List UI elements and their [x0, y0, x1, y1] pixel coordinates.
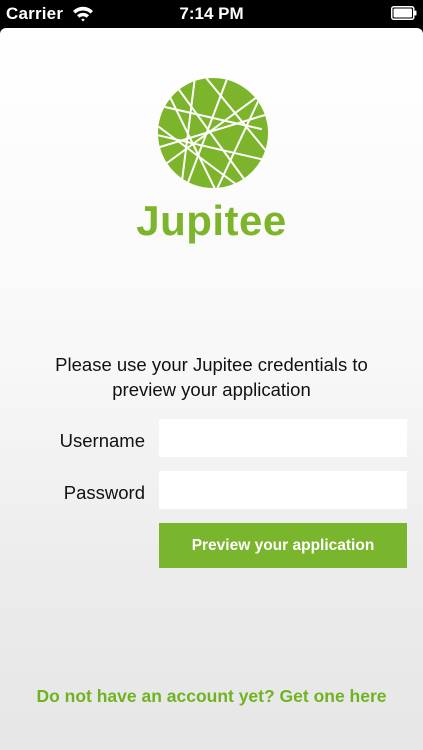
signup-link[interactable]: Do not have an account yet? Get one here — [0, 686, 423, 707]
preview-application-button[interactable]: Preview your application — [159, 523, 407, 568]
password-label: Password — [63, 482, 145, 503]
username-input[interactable] — [159, 419, 407, 457]
login-instructions: Please use your Jupitee credentials to p… — [55, 354, 368, 400]
status-bar: Carrier 7:14 PM — [0, 0, 423, 28]
status-time: 7:14 PM — [179, 4, 244, 23]
brand-name: Jupitee — [136, 197, 287, 244]
username-label: Username — [59, 430, 145, 451]
battery-icon — [391, 6, 417, 20]
jupitee-logo-icon — [158, 78, 268, 188]
password-input[interactable] — [159, 471, 407, 509]
